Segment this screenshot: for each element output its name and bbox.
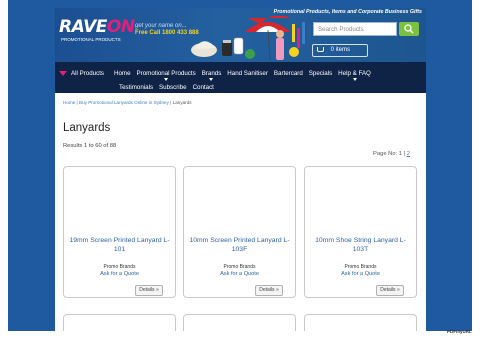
product-brand: Promo Brands	[344, 264, 377, 270]
pager-page-2[interactable]: 2	[407, 151, 410, 157]
site-header: Promotional Products, Items and Corporat…	[55, 8, 426, 62]
product-card-partial[interactable]	[63, 314, 176, 331]
header-products-image	[191, 16, 305, 61]
product-card[interactable]: 10mm Shoe String Lanyard L-103T Promo Br…	[304, 166, 417, 298]
breadcrumb-current: Lanyards	[172, 100, 192, 105]
nav-testimonials[interactable]: Testimonials	[119, 84, 153, 91]
details-button[interactable]: Details »	[135, 285, 163, 296]
all-products-menu[interactable]: All Products	[59, 70, 104, 77]
ask-quote-link[interactable]: Ask for a Quote	[305, 271, 416, 277]
header-tagline: Promotional Products, Items and Corporat…	[273, 9, 422, 15]
nav-row-1: All Products Home Promotional Products B…	[55, 70, 377, 81]
page-container: Promotional Products, Items and Corporat…	[55, 8, 426, 331]
search-button[interactable]	[399, 22, 419, 36]
ask-quote-link[interactable]: Ask for a Quote	[64, 271, 175, 277]
pager-page-1: 1	[398, 151, 403, 157]
cart-button[interactable]: 0 items	[312, 44, 368, 57]
nav-contact[interactable]: Contact	[193, 84, 214, 91]
site-logo[interactable]: RAVEON PROMOTIONAL PRODUCTS	[59, 17, 135, 47]
pagination: Page No: 1 | 2	[373, 151, 410, 157]
basket-icon	[317, 47, 324, 52]
search-input[interactable]: Search Products	[313, 22, 397, 36]
details-button[interactable]: Details »	[376, 285, 404, 296]
nav-brands[interactable]: Brands	[202, 70, 221, 81]
results-count: Results 1 to 60 of 88	[63, 143, 117, 149]
nav-row-2: Testimonials Subscribe Contact	[119, 84, 220, 91]
triangle-down-icon	[59, 71, 67, 76]
pager-label: Page No:	[373, 151, 398, 157]
product-brand: Promo Brands	[103, 264, 136, 270]
nav-hand-sanitiser[interactable]: Hand Sanitiser	[227, 70, 268, 77]
breadcrumb-home[interactable]: Home	[63, 100, 75, 105]
breadcrumb-parent[interactable]: Buy Promotional Lanyards Online in Sydne…	[79, 100, 169, 105]
product-card-partial[interactable]	[183, 314, 296, 331]
pdfmyurl-badge[interactable]: PDFmyURL	[447, 329, 472, 334]
nav-subscribe[interactable]: Subscribe	[159, 84, 187, 91]
logo-accent: ON	[106, 17, 135, 37]
nav-home[interactable]: Home	[114, 70, 131, 77]
logo-text: RAVEON	[59, 17, 135, 37]
product-card-partial[interactable]	[304, 314, 417, 331]
search-icon	[404, 24, 414, 34]
product-title[interactable]: 10mm Shoe String Lanyard L-103T	[309, 237, 412, 254]
page-title: Lanyards	[63, 122, 111, 134]
logo-subtitle: PROMOTIONAL PRODUCTS	[61, 37, 121, 42]
nav-specials[interactable]: Specials	[309, 70, 332, 77]
breadcrumb: Home | Buy Promotional Lanyards Online i…	[63, 100, 192, 105]
pager-sep: |	[403, 151, 406, 157]
nav-promotional-products[interactable]: Promotional Products	[137, 70, 196, 81]
details-button[interactable]: Details »	[255, 285, 283, 296]
ask-quote-link[interactable]: Ask for a Quote	[184, 271, 295, 277]
main-nav: All Products Home Promotional Products B…	[55, 62, 426, 93]
product-card[interactable]: 19mm Screen Printed Lanyard L-101 Promo …	[63, 166, 176, 298]
nav-bartercard[interactable]: Bartercard	[274, 70, 303, 77]
nav-help-faq[interactable]: Help & FAQ	[338, 70, 371, 81]
product-title[interactable]: 10mm Screen Printed Lanyard L-103F	[188, 237, 291, 254]
product-card[interactable]: 10mm Screen Printed Lanyard L-103F Promo…	[183, 166, 296, 298]
product-title[interactable]: 19mm Screen Printed Lanyard L-101	[68, 237, 171, 254]
logo-main: RAVE	[59, 17, 107, 37]
product-brand: Promo Brands	[223, 264, 256, 270]
all-products-label: All Products	[71, 70, 105, 77]
cart-count: 0 items	[330, 47, 351, 53]
